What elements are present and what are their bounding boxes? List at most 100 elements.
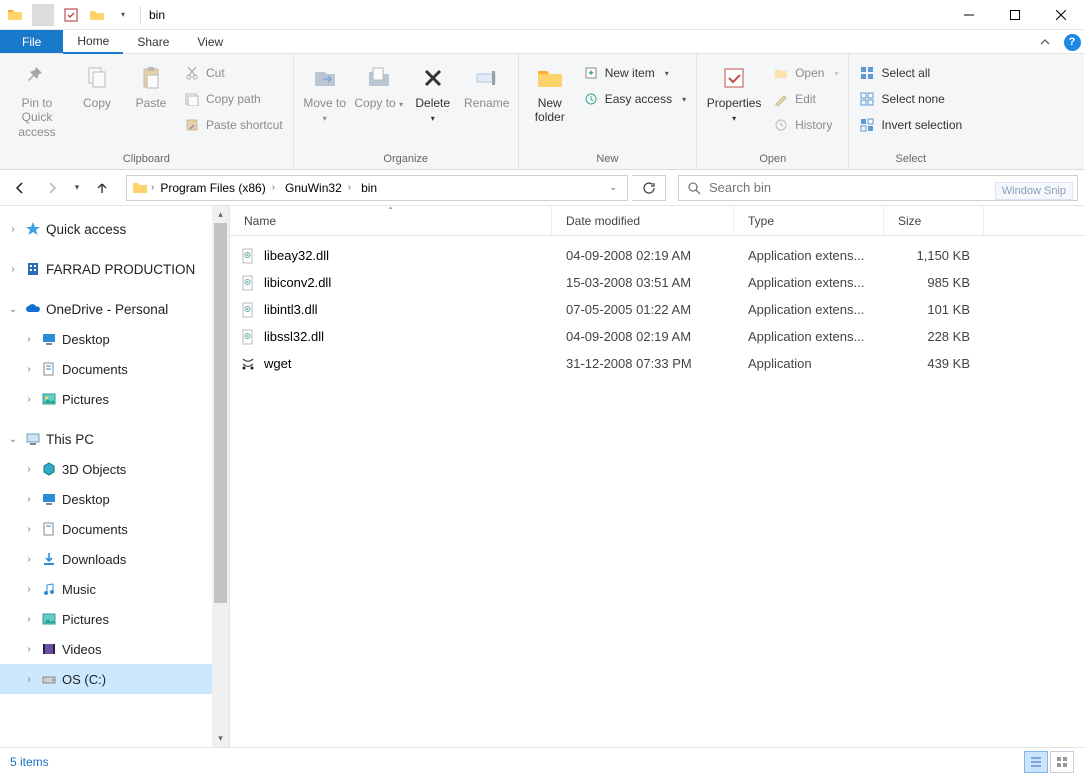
move-to-button[interactable]: Move to ▾ xyxy=(300,58,350,125)
group-label-clipboard: Clipboard xyxy=(0,151,293,169)
tab-share[interactable]: Share xyxy=(123,30,183,53)
address-dropdown-icon[interactable]: ⌄ xyxy=(609,182,617,193)
tree-3d-objects[interactable]: › 3D Objects xyxy=(0,454,229,484)
minimize-button[interactable] xyxy=(946,0,992,30)
column-size[interactable]: Size xyxy=(884,206,984,235)
file-date: 07-05-2005 01:22 AM xyxy=(552,302,734,317)
column-type[interactable]: Type xyxy=(734,206,884,235)
tree-pictures[interactable]: › Pictures xyxy=(0,604,229,634)
delete-button[interactable]: Delete▾ xyxy=(408,58,458,125)
help-button[interactable]: ? xyxy=(1060,30,1084,54)
select-none-button[interactable]: Select none xyxy=(855,88,966,110)
tree-onedrive-pictures[interactable]: › Pictures xyxy=(0,384,229,414)
tree-music[interactable]: › Music xyxy=(0,574,229,604)
tree-documents[interactable]: › Documents xyxy=(0,514,229,544)
pin-to-quick-access-button[interactable]: Pin to Quick access xyxy=(6,58,68,139)
tree-this-pc[interactable]: ⌄ This PC xyxy=(0,424,229,454)
file-size: 228 KB xyxy=(884,329,984,344)
tab-view[interactable]: View xyxy=(183,30,237,53)
collapse-ribbon-button[interactable] xyxy=(1030,30,1060,53)
qat-dropdown-icon[interactable]: ▾ xyxy=(112,4,134,26)
copy-path-button[interactable]: Copy path xyxy=(180,88,287,110)
close-button[interactable] xyxy=(1038,0,1084,30)
open-button[interactable]: Open▾ xyxy=(769,62,842,84)
invert-selection-label: Invert selection xyxy=(881,118,962,132)
select-all-button[interactable]: Select all xyxy=(855,62,966,84)
scroll-down-icon[interactable]: ▾ xyxy=(212,730,229,747)
table-row[interactable]: libssl32.dll04-09-2008 02:19 AMApplicati… xyxy=(230,323,1084,350)
scroll-thumb[interactable] xyxy=(214,223,227,603)
tree-onedrive-documents[interactable]: › Documents xyxy=(0,354,229,384)
easy-access-button[interactable]: Easy access▾ xyxy=(579,88,690,110)
tree-farrad[interactable]: › FARRAD PRODUCTION xyxy=(0,254,229,284)
large-icons-view-button[interactable] xyxy=(1050,751,1074,773)
recent-locations-button[interactable]: ▾ xyxy=(70,174,84,202)
tab-file[interactable]: File xyxy=(0,30,63,53)
file-icon xyxy=(240,356,256,372)
new-item-button[interactable]: ✦ New item▾ xyxy=(579,62,690,84)
new-folder-button[interactable]: New folder xyxy=(525,58,575,125)
column-date[interactable]: Date modified xyxy=(552,206,734,235)
status-bar: 5 items xyxy=(0,747,1084,775)
open-label: Open xyxy=(795,66,824,80)
copy-button[interactable]: Copy xyxy=(72,58,122,110)
paste-shortcut-button[interactable]: Paste shortcut xyxy=(180,114,287,136)
scroll-up-icon[interactable]: ▴ xyxy=(212,206,229,223)
chevron-right-icon[interactable]: › xyxy=(22,364,36,375)
breadcrumb-item[interactable]: Program Files (x86)› xyxy=(156,181,279,195)
documents-icon xyxy=(40,360,58,378)
chevron-right-icon[interactable]: › xyxy=(22,394,36,405)
details-view-button[interactable] xyxy=(1024,751,1048,773)
rename-button[interactable]: Rename xyxy=(462,58,512,110)
table-row[interactable]: libeay32.dll04-09-2008 02:19 AMApplicati… xyxy=(230,242,1084,269)
tree: › Quick access › FARRAD PRODUCTION ⌄ One… xyxy=(0,206,229,694)
table-row[interactable]: libiconv2.dll15-03-2008 03:51 AMApplicat… xyxy=(230,269,1084,296)
move-to-icon xyxy=(309,62,341,94)
cut-button[interactable]: Cut xyxy=(180,62,287,84)
tab-home[interactable]: Home xyxy=(63,30,123,54)
refresh-button[interactable] xyxy=(632,175,666,201)
tree-quick-access[interactable]: › Quick access xyxy=(0,214,229,244)
chevron-right-icon[interactable]: › xyxy=(151,182,154,193)
chevron-right-icon[interactable]: › xyxy=(6,224,20,235)
back-button[interactable] xyxy=(6,174,34,202)
tree-onedrive[interactable]: ⌄ OneDrive - Personal xyxy=(0,294,229,324)
new-folder-icon xyxy=(534,62,566,94)
invert-selection-button[interactable]: Invert selection xyxy=(855,114,966,136)
table-row[interactable]: libintl3.dll07-05-2005 01:22 AMApplicati… xyxy=(230,296,1084,323)
up-button[interactable] xyxy=(88,174,116,202)
window-title: bin xyxy=(143,8,165,22)
file-rows: libeay32.dll04-09-2008 02:19 AMApplicati… xyxy=(230,236,1084,377)
tree-downloads[interactable]: › Downloads xyxy=(0,544,229,574)
qat-properties-icon[interactable] xyxy=(60,4,82,26)
copy-to-button[interactable]: Copy to ▾ xyxy=(354,58,404,110)
column-name[interactable]: ⌃ Name xyxy=(230,206,552,235)
maximize-button[interactable] xyxy=(992,0,1038,30)
paste-shortcut-icon xyxy=(184,117,200,133)
forward-button[interactable] xyxy=(38,174,66,202)
qat-newfolder-icon[interactable] xyxy=(86,4,108,26)
search-box[interactable]: Window Snip xyxy=(678,175,1078,201)
history-button[interactable]: History xyxy=(769,114,842,136)
properties-button[interactable]: Properties▾ xyxy=(703,58,765,125)
breadcrumb-bar[interactable]: › Program Files (x86)› GnuWin32› bin ⌄ xyxy=(126,175,628,201)
file-size: 1,150 KB xyxy=(884,248,984,263)
edit-button[interactable]: Edit xyxy=(769,88,842,110)
pin-label: Pin to Quick access xyxy=(6,96,68,139)
tree-videos[interactable]: › Videos xyxy=(0,634,229,664)
nav-scrollbar[interactable]: ▴ ▾ xyxy=(212,206,229,747)
table-row[interactable]: wget31-12-2008 07:33 PMApplication439 KB xyxy=(230,350,1084,377)
new-item-label: New item xyxy=(605,66,655,80)
tree-desktop[interactable]: › Desktop xyxy=(0,484,229,514)
paste-button[interactable]: Paste xyxy=(126,58,176,110)
breadcrumb-item[interactable]: bin xyxy=(357,181,381,195)
chevron-right-icon[interactable]: › xyxy=(22,334,36,345)
tree-onedrive-desktop[interactable]: › Desktop xyxy=(0,324,229,354)
tree-os-c[interactable]: › OS (C:) xyxy=(0,664,229,694)
chevron-down-icon[interactable]: ⌄ xyxy=(6,434,20,445)
breadcrumb-item[interactable]: GnuWin32› xyxy=(281,181,355,195)
chevron-right-icon[interactable]: › xyxy=(6,264,20,275)
chevron-down-icon[interactable]: ⌄ xyxy=(6,304,20,315)
folder-icon xyxy=(131,179,149,197)
delete-label: Delete▾ xyxy=(415,96,450,125)
